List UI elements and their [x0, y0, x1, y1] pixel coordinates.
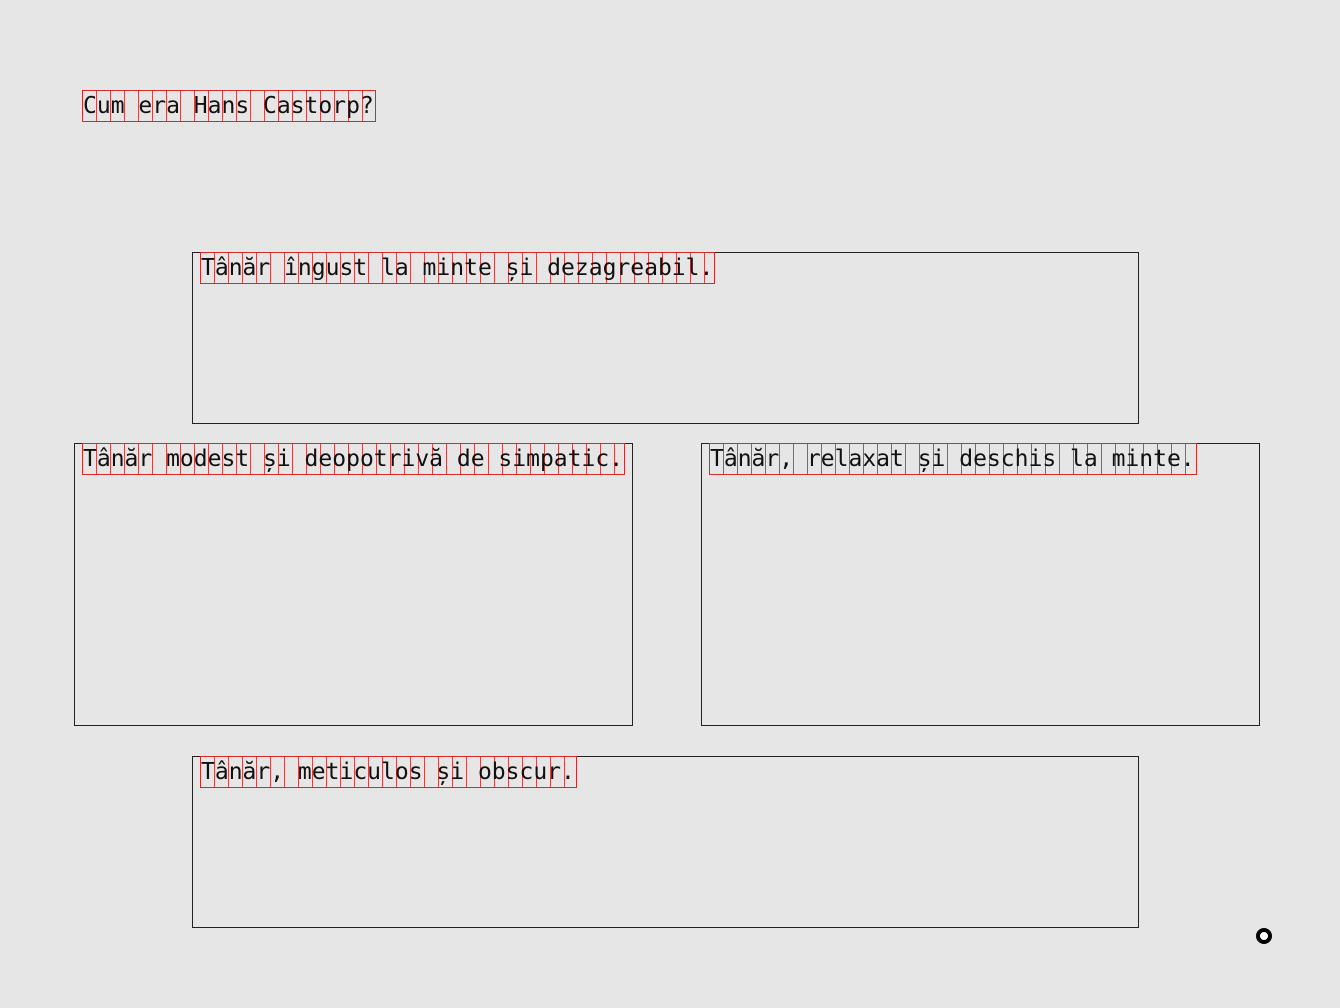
answer-option-1[interactable]: Tânăr îngust la minte și dezagreabil.	[192, 252, 1139, 424]
question-title: Cum era Hans Castorp?	[82, 90, 376, 122]
question-text: Cum era Hans Castorp?	[82, 90, 376, 122]
answer-option-2[interactable]: Tânăr modest și deopotrivă de simpatic.	[74, 443, 633, 726]
answer-option-4[interactable]: Tânăr, meticulos și obscur.	[192, 756, 1139, 928]
answer-option-2-label: Tânăr modest și deopotrivă de simpatic.	[81, 443, 626, 475]
answer-option-3-label: Tânăr, relaxat și deschis la minte.	[709, 443, 1197, 475]
answer-option-1-label: Tânăr îngust la minte și dezagreabil.	[199, 252, 716, 284]
answer-option-4-label: Tânăr, meticulos și obscur.	[200, 756, 577, 788]
answer-option-3[interactable]: Tânăr, relaxat și deschis la minte.	[701, 443, 1260, 726]
circle-cursor-icon	[1256, 928, 1272, 944]
